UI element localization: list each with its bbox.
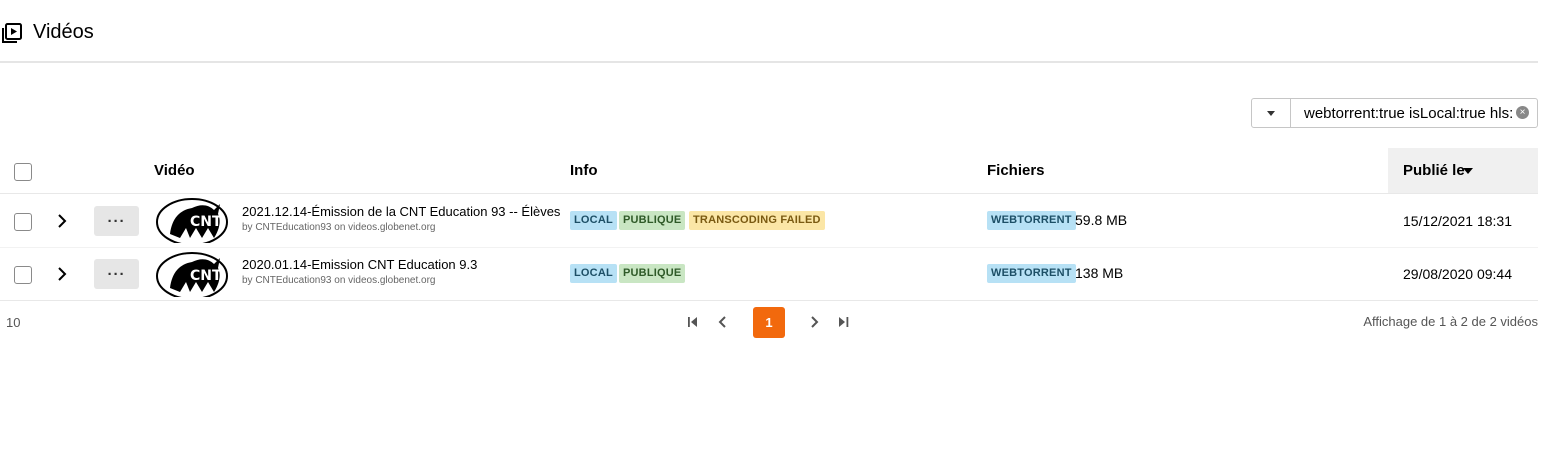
video-thumbnail[interactable]: CNT — [156, 252, 230, 297]
table-row: ··· CNT 2020.01.14-Emission CNT Educatio… — [0, 247, 1538, 300]
video-channel: by CNTEducation93 on videos.globenet.org — [242, 275, 436, 286]
clear-circle-icon[interactable]: × — [1516, 106, 1529, 119]
cnt-cat-logo: CNT — [156, 198, 228, 243]
video-channel: by CNTEducation93 on videos.globenet.org — [242, 222, 436, 233]
select-all-checkbox[interactable] — [14, 163, 32, 181]
first-page-icon[interactable] — [684, 314, 700, 330]
svg-text:CNT: CNT — [190, 214, 222, 230]
badge-local: LOCAL — [570, 264, 617, 283]
video-title[interactable]: 2021.12.14-Émission de la CNT Education … — [242, 204, 560, 220]
published-date: 29/08/2020 09:44 — [1403, 266, 1512, 282]
next-page-icon[interactable] — [807, 314, 823, 330]
row-checkbox[interactable] — [14, 213, 32, 231]
column-header-video[interactable]: Vidéo — [154, 162, 195, 180]
column-header-published-label: Publié le — [1403, 162, 1465, 179]
badge-webtorrent: WEBTORRENT — [987, 211, 1076, 230]
table-header: Vidéo Info Fichiers Publié le — [0, 148, 1538, 194]
page-header: Vidéos — [0, 0, 1538, 63]
pagination-bar: 10 1 Affichage de 1 à 2 de 2 vidéos — [0, 301, 1538, 343]
chevron-right-icon[interactable] — [54, 213, 70, 229]
video-title[interactable]: 2020.01.14-Emission CNT Education 9.3 — [242, 257, 560, 273]
column-header-published[interactable]: Publié le — [1388, 148, 1538, 193]
caret-down-icon — [1267, 110, 1275, 116]
badge-webtorrent: WEBTORRENT — [987, 264, 1076, 283]
svg-text:CNT: CNT — [190, 268, 222, 284]
page-title: Vidéos — [33, 21, 94, 43]
videos-table: Vidéo Info Fichiers Publié le ··· CNT 20… — [0, 148, 1538, 343]
video-library-icon — [2, 23, 22, 43]
previous-page-icon[interactable] — [714, 314, 730, 330]
page-button-current[interactable]: 1 — [753, 307, 785, 338]
chevron-right-icon[interactable] — [54, 266, 70, 282]
column-header-files: Fichiers — [987, 162, 1045, 179]
cnt-cat-logo: CNT — [156, 252, 228, 297]
last-page-icon[interactable] — [836, 314, 852, 330]
video-thumbnail[interactable]: CNT — [156, 198, 230, 243]
search-input[interactable] — [1291, 99, 1537, 127]
published-date: 15/12/2021 18:31 — [1403, 213, 1512, 229]
row-checkbox[interactable] — [14, 266, 32, 284]
column-header-info: Info — [570, 162, 598, 179]
search-bar: × — [1251, 98, 1538, 128]
row-actions-button[interactable]: ··· — [94, 259, 139, 289]
table-row: ··· CNT 2021.12.14-Émission de la CNT Ed… — [0, 194, 1538, 247]
badge-public: PUBLIQUE — [619, 211, 686, 230]
sort-descending-icon — [1463, 168, 1473, 174]
file-size: 138 MB — [1075, 265, 1124, 281]
rows-per-page[interactable]: 10 — [6, 315, 20, 330]
pagination-summary: Affichage de 1 à 2 de 2 vidéos — [1363, 314, 1538, 329]
file-size: 59.8 MB — [1075, 212, 1128, 228]
row-actions-button[interactable]: ··· — [94, 206, 139, 236]
badge-local: LOCAL — [570, 211, 617, 230]
badge-transcoding-failed: TRANSCODING FAILED — [689, 211, 825, 230]
search-filter-dropdown[interactable] — [1252, 99, 1291, 127]
badge-public: PUBLIQUE — [619, 264, 686, 283]
